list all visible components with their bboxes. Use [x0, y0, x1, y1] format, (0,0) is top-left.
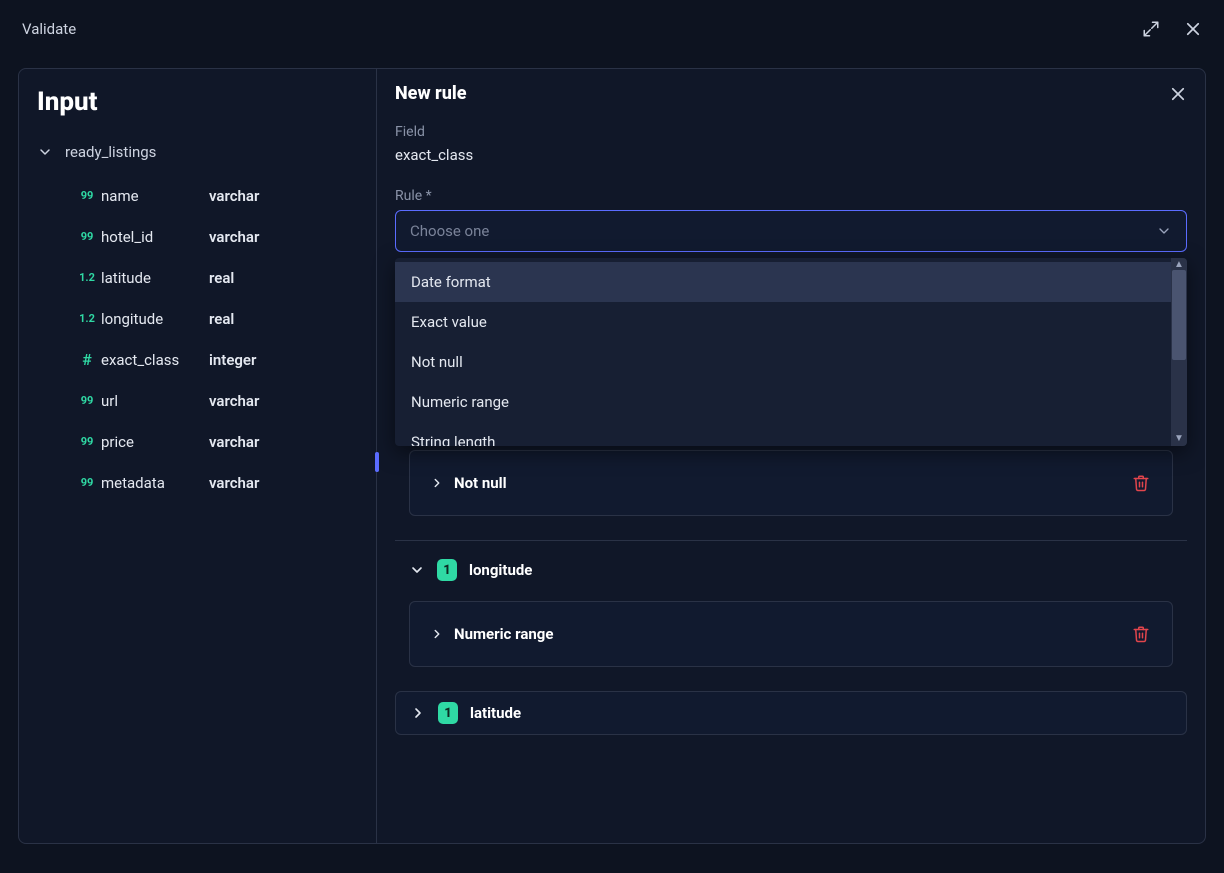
divider [395, 540, 1187, 541]
field-name: name [101, 187, 209, 205]
float-type-icon: 1.2 [73, 312, 101, 325]
field-row[interactable]: 99 url varchar [33, 380, 362, 421]
rule-label: Rule * [395, 188, 1187, 204]
rule-select-placeholder: Choose one [410, 222, 489, 240]
scroll-thumb[interactable] [1172, 270, 1186, 360]
field-name: url [101, 392, 209, 410]
main-panel: Input ready_listings 99 name varchar 99 … [18, 68, 1206, 844]
integer-type-icon: # [73, 350, 101, 369]
string-type-icon: 99 [73, 394, 101, 407]
field-name: hotel_id [101, 228, 209, 246]
field-name: longitude [101, 310, 209, 328]
field-type: real [209, 310, 234, 328]
field-type: varchar [209, 392, 259, 410]
chevron-down-icon [37, 144, 53, 160]
string-type-icon: 99 [73, 435, 101, 448]
field-type: varchar [209, 228, 259, 246]
rule-select-wrap: Choose one Date format Exact value Not n… [395, 210, 1187, 252]
group-name: latitude [470, 704, 521, 722]
dropdown-scrollbar[interactable]: ▲ ▼ [1171, 258, 1187, 446]
string-type-icon: 99 [73, 189, 101, 202]
field-list: 99 name varchar 99 hotel_id varchar 1.2 … [33, 175, 362, 503]
scroll-down-icon[interactable]: ▼ [1174, 434, 1184, 444]
string-type-icon: 99 [73, 230, 101, 243]
input-heading: Input [37, 87, 362, 117]
new-rule-title: New rule [395, 83, 467, 104]
field-row[interactable]: 99 name varchar [33, 175, 362, 216]
dropdown-item-numeric-range[interactable]: Numeric range [395, 382, 1171, 422]
rule-dropdown: Date format Exact value Not null Numeric… [395, 258, 1187, 446]
group-header-latitude[interactable]: 1 latitude [396, 692, 1186, 734]
field-name: metadata [101, 474, 209, 492]
dropdown-item-not-null[interactable]: Not null [395, 342, 1171, 382]
rule-dropdown-list: Date format Exact value Not null Numeric… [395, 258, 1171, 446]
group-block-latitude: 1 latitude [395, 691, 1187, 735]
field-name: exact_class [101, 351, 209, 369]
field-value: exact_class [395, 146, 1187, 164]
new-rule-header: New rule [395, 83, 1187, 104]
table-name: ready_listings [65, 143, 156, 161]
close-icon[interactable] [1169, 85, 1187, 103]
new-rule-panel: New rule Field exact_class Rule * Choose… [377, 69, 1205, 843]
field-row[interactable]: 99 metadata varchar [33, 462, 362, 503]
field-row[interactable]: 99 price varchar [33, 421, 362, 462]
field-label: Field [395, 124, 1187, 140]
trash-icon[interactable] [1132, 474, 1150, 492]
page-title: Validate [22, 20, 76, 38]
field-name: latitude [101, 269, 209, 287]
field-row[interactable]: 99 hotel_id varchar [33, 216, 362, 257]
input-panel: Input ready_listings 99 name varchar 99 … [19, 69, 377, 843]
string-type-icon: 99 [73, 476, 101, 489]
field-type: varchar [209, 474, 259, 492]
table-tree-root[interactable]: ready_listings [33, 137, 362, 167]
expand-icon[interactable] [1142, 20, 1160, 38]
dropdown-item-date-format[interactable]: Date format [395, 262, 1171, 302]
dropdown-item-exact-value[interactable]: Exact value [395, 302, 1171, 342]
trash-icon[interactable] [1132, 625, 1150, 643]
field-row[interactable]: # exact_class integer [33, 339, 362, 380]
float-type-icon: 1.2 [73, 271, 101, 284]
resize-handle[interactable] [375, 452, 379, 472]
field-name: price [101, 433, 209, 451]
rule-select[interactable]: Choose one [395, 210, 1187, 252]
chevron-right-icon [410, 705, 426, 721]
existing-rules: Not null 1 longitude [395, 450, 1187, 741]
rule-card-numeric-range: Numeric range [409, 601, 1173, 667]
close-icon[interactable] [1184, 20, 1202, 38]
group-name: longitude [469, 561, 532, 579]
field-row[interactable]: 1.2 longitude real [33, 298, 362, 339]
scroll-up-icon[interactable]: ▲ [1174, 260, 1184, 270]
rule-count-badge: 1 [438, 702, 458, 724]
group-header-longitude[interactable]: 1 longitude [395, 555, 1187, 595]
rule-card-not-null: Not null [409, 450, 1173, 516]
rule-name: Numeric range [454, 625, 553, 643]
field-row[interactable]: 1.2 latitude real [33, 257, 362, 298]
field-type: real [209, 269, 234, 287]
chevron-down-icon [409, 562, 425, 578]
dropdown-item-string-length[interactable]: String length [395, 422, 1171, 446]
chevron-right-icon[interactable] [430, 627, 444, 641]
field-type: varchar [209, 187, 259, 205]
rule-name: Not null [454, 474, 507, 492]
rule-count-badge: 1 [437, 559, 457, 581]
field-type: varchar [209, 433, 259, 451]
topbar: Validate [0, 0, 1224, 56]
chevron-right-icon[interactable] [430, 476, 444, 490]
chevron-down-icon [1156, 223, 1172, 239]
field-type: integer [209, 351, 256, 369]
topbar-actions [1142, 20, 1202, 38]
